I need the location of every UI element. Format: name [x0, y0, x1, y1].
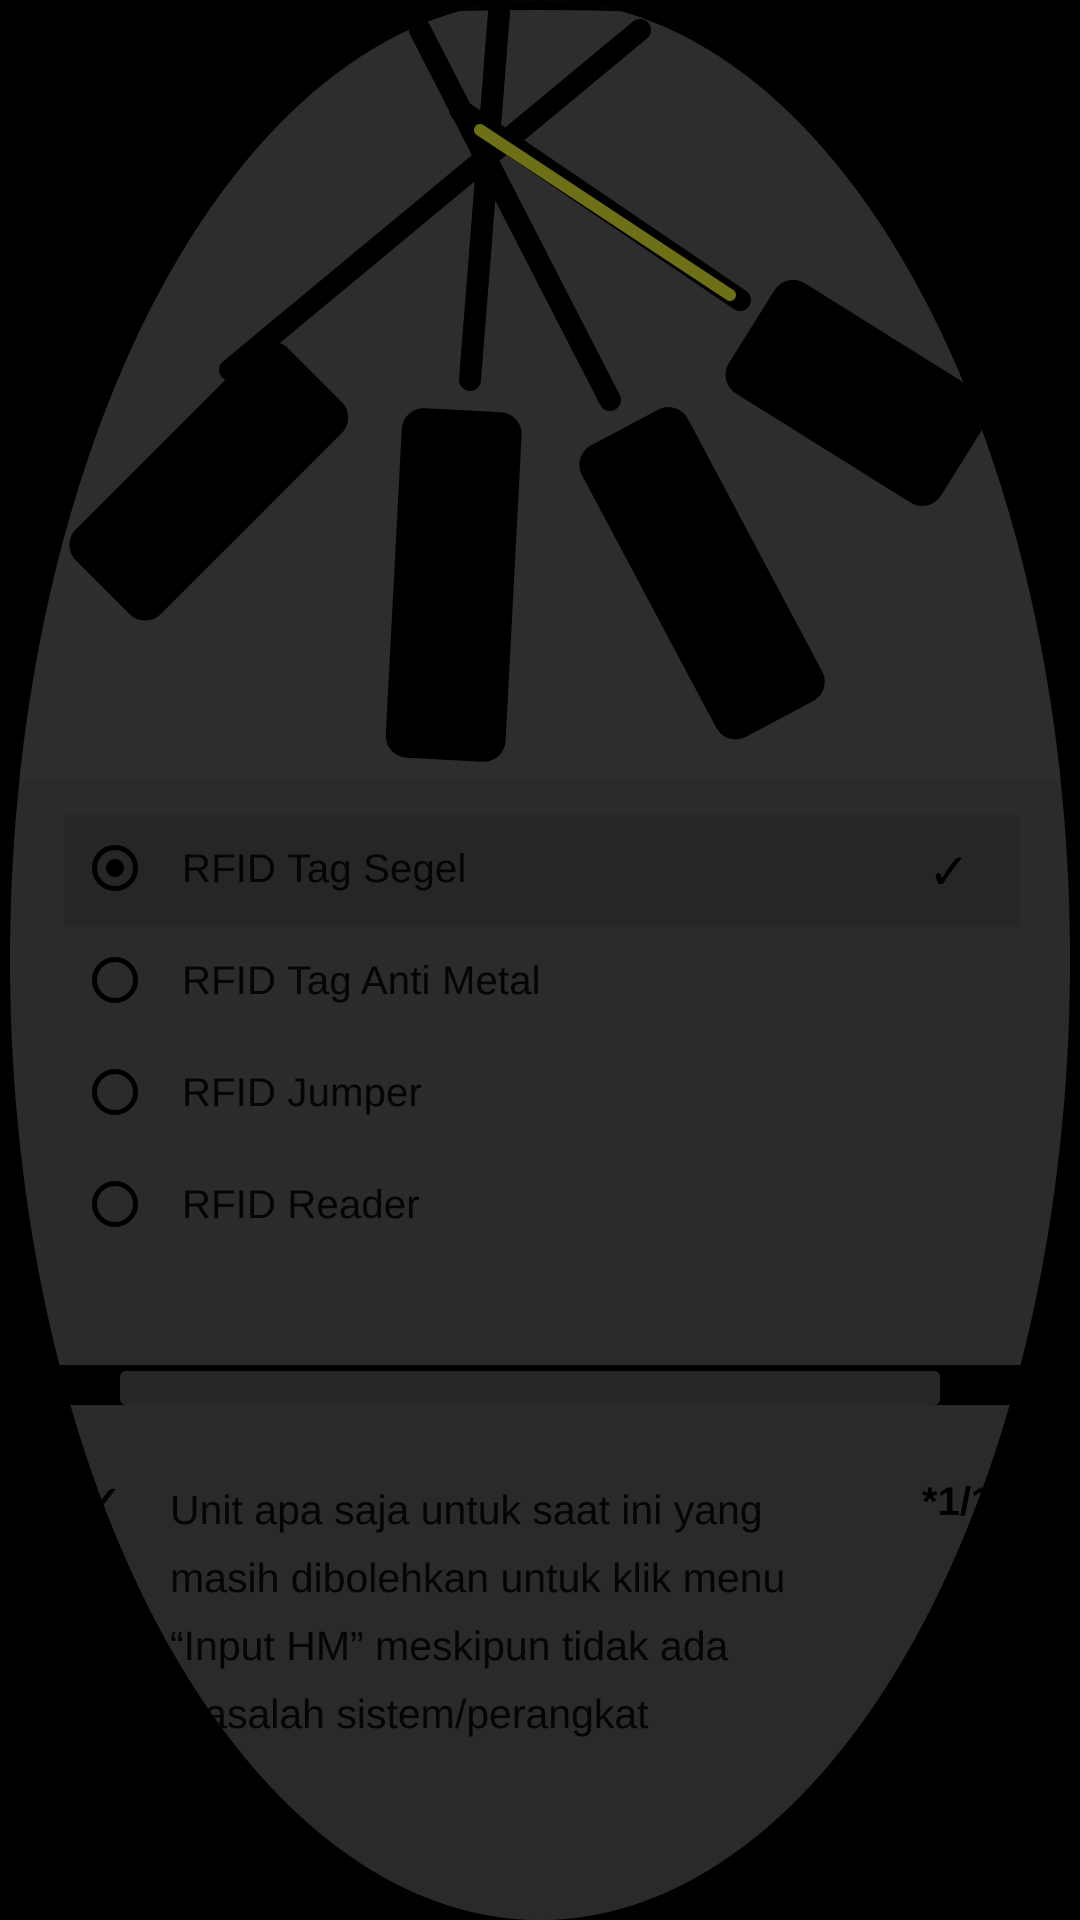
section-divider: [10, 1365, 1070, 1405]
option-rfid-reader[interactable]: RFID Reader: [10, 1151, 1070, 1263]
tag-left: [69, 341, 349, 621]
option-rfid-jumper[interactable]: RFID Jumper: [10, 1039, 1070, 1151]
rfid-tags-photo-icon: [10, 0, 1070, 762]
divider-highlight: [120, 1371, 940, 1405]
radio-checked-icon[interactable]: [92, 845, 138, 891]
tag-right: [725, 279, 990, 506]
next-question-card[interactable]: ✓ Unit apa saja untuk saat ini yang masi…: [10, 1410, 1070, 1920]
radio-unchecked-icon[interactable]: [92, 1181, 138, 1227]
rfid-tags-image: [10, 0, 1070, 780]
check-icon: ✓: [78, 1473, 125, 1536]
tag-right-middle: [579, 407, 825, 740]
question-counter: *1/1: [922, 1480, 994, 1524]
check-icon: ✓: [928, 844, 970, 900]
option-label: RFID Tag Segel: [182, 847, 467, 891]
option-rfid-tag-segel[interactable]: RFID Tag Segel ✓: [64, 815, 1020, 927]
tag-center: [385, 408, 522, 762]
screen: RFID Tag Segel ✓ RFID Tag Anti Metal RFI…: [0, 0, 1080, 1920]
radio-unchecked-icon[interactable]: [92, 1069, 138, 1115]
options-list: RFID Tag Segel ✓ RFID Tag Anti Metal RFI…: [10, 815, 1070, 1263]
option-rfid-tag-anti-metal[interactable]: RFID Tag Anti Metal: [10, 927, 1070, 1039]
radio-unchecked-icon[interactable]: [92, 957, 138, 1003]
radio-dot: [106, 859, 124, 877]
question-text: Unit apa saja untuk saat ini yang masih …: [170, 1487, 786, 1737]
top-edge-shadow: [10, 0, 1070, 60]
oval-frame: RFID Tag Segel ✓ RFID Tag Anti Metal RFI…: [10, 0, 1070, 1920]
option-label: RFID Reader: [182, 1183, 420, 1227]
option-label: RFID Jumper: [182, 1071, 423, 1115]
option-label: RFID Tag Anti Metal: [182, 959, 541, 1003]
